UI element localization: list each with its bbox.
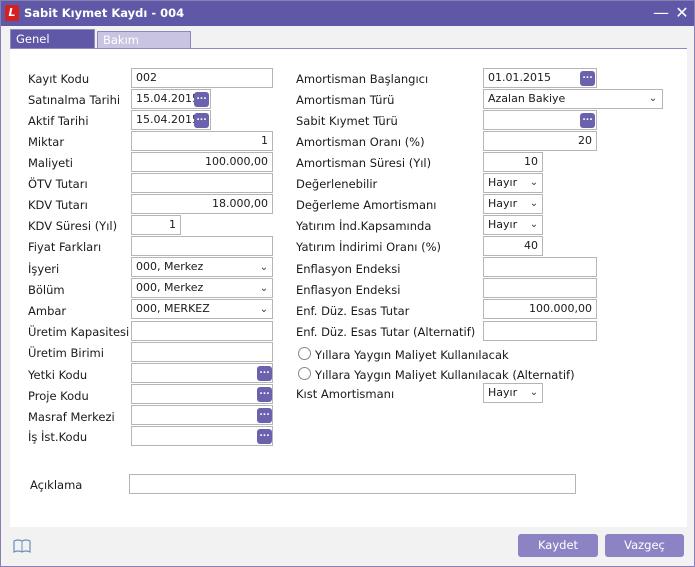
amortisman-baslangici-lookup-icon[interactable]: ... bbox=[580, 71, 595, 86]
enflasyon-endeksi-input[interactable] bbox=[483, 257, 597, 277]
yetki-kodu-label: Yetki Kodu bbox=[28, 368, 88, 382]
sabit-kiymet-turu-label: Sabit Kıymet Türü bbox=[296, 114, 398, 128]
kdv-tutari-label: KDV Tutarı bbox=[28, 198, 88, 212]
bolum-label: Bölüm bbox=[28, 283, 65, 297]
satinalma-tarihi-lookup-icon[interactable]: ... bbox=[194, 92, 209, 107]
degerleme-amortismani-label: Değerleme Amortismanı bbox=[296, 198, 437, 212]
kist-amortismani-label: Kıst Amortismanı bbox=[296, 387, 395, 401]
miktar-input[interactable]: 1 bbox=[131, 131, 273, 151]
amortisman-suresi-label: Amortisman Süresi (Yıl) bbox=[296, 156, 432, 170]
kayit-kodu-label: Kayıt Kodu bbox=[28, 72, 90, 86]
close-icon[interactable]: ✕ bbox=[673, 4, 691, 22]
book-icon[interactable] bbox=[13, 539, 31, 553]
uretim-birimi-label: Üretim Birimi bbox=[28, 346, 104, 360]
cancel-button[interactable]: Vazgeç bbox=[605, 534, 684, 557]
app-logo-icon: L bbox=[5, 5, 19, 21]
kdv-suresi-label: KDV Süresi (Yıl) bbox=[28, 219, 118, 233]
amortisman-baslangici-label: Amortisman Başlangıcı bbox=[296, 72, 429, 86]
maliyeti-label: Maliyeti bbox=[28, 156, 73, 170]
fiyat-farklari-label: Fiyat Farkları bbox=[28, 240, 102, 254]
masraf-merkezi-label: Masraf Merkezi bbox=[28, 410, 115, 424]
aciklama-input[interactable] bbox=[129, 474, 576, 494]
satinalma-tarihi-label: Satınalma Tarihi bbox=[28, 93, 121, 107]
yaygin-maliyet-label: Yıllara Yaygın Maliyet Kullanılacak bbox=[315, 348, 509, 362]
aktif-tarihi-lookup-icon[interactable]: ... bbox=[194, 113, 209, 128]
otv-tutari-label: ÖTV Tutarı bbox=[28, 177, 88, 191]
is-ist-kodu-input[interactable] bbox=[131, 426, 273, 446]
yaygin-maliyet-alt-label: Yıllara Yaygın Maliyet Kullanılacak (Alt… bbox=[315, 368, 575, 382]
masraf-merkezi-lookup-icon[interactable]: ... bbox=[257, 408, 272, 423]
is-ist-kodu-label: İş İst.Kodu bbox=[28, 430, 88, 444]
proje-kodu-input[interactable] bbox=[131, 384, 273, 404]
uretim-birimi-input[interactable] bbox=[131, 342, 273, 362]
minimize-icon[interactable]: — bbox=[652, 4, 670, 22]
kist-amortismani-chevron-down-icon[interactable]: ⌄ bbox=[529, 388, 539, 398]
isyeri-chevron-down-icon[interactable]: ⌄ bbox=[259, 263, 269, 273]
kdv-suresi-input[interactable]: 1 bbox=[131, 215, 181, 235]
amortisman-turu-chevron-down-icon[interactable]: ⌄ bbox=[648, 94, 658, 104]
uretim-kapasitesi-label: Üretim Kapasitesi bbox=[28, 325, 130, 339]
save-button[interactable]: Kaydet bbox=[518, 534, 598, 557]
sabit-kiymet-turu-lookup-icon[interactable]: ... bbox=[580, 113, 595, 128]
amortisman-orani-input[interactable]: 20 bbox=[483, 131, 597, 151]
aktif-tarihi-label: Aktif Tarihi bbox=[28, 114, 89, 128]
ambar-label: Ambar bbox=[28, 304, 67, 318]
isyeri-select[interactable]: 000, Merkez bbox=[131, 257, 273, 277]
fiyat-farklari-input[interactable] bbox=[131, 236, 273, 256]
enf-duz-esas-tutar-alt-input[interactable] bbox=[483, 321, 597, 341]
bolum-select[interactable]: 000, Merkez bbox=[131, 278, 273, 298]
enflasyon-endeksi-2-input[interactable] bbox=[483, 278, 597, 298]
proje-kodu-label: Proje Kodu bbox=[28, 389, 89, 403]
amortisman-turu-label: Amortisman Türü bbox=[296, 93, 395, 107]
enf-duz-esas-tutar-input[interactable]: 100.000,00 bbox=[483, 299, 597, 319]
tab-bakim-bilgileri[interactable]: Bakım Bilgileri bbox=[97, 31, 191, 63]
ambar-chevron-down-icon[interactable]: ⌄ bbox=[259, 305, 269, 315]
masraf-merkezi-input[interactable] bbox=[131, 405, 273, 425]
enflasyon-endeksi-label: Enflasyon Endeksi bbox=[296, 262, 401, 276]
miktar-label: Miktar bbox=[28, 135, 65, 149]
is-ist-kodu-lookup-icon[interactable]: ... bbox=[257, 429, 272, 444]
yetki-kodu-input[interactable] bbox=[131, 363, 273, 383]
dialog-window: L Sabit Kıymet Kaydı - 004 — ✕ Genel Bil… bbox=[0, 0, 695, 567]
aciklama-label: Açıklama bbox=[30, 478, 83, 492]
degerleme-amortismani-chevron-down-icon[interactable]: ⌄ bbox=[529, 199, 539, 209]
isyeri-label: İşyeri bbox=[28, 262, 60, 276]
enf-duz-esas-tutar-alt-label: Enf. Düz. Esas Tutar (Alternatif) bbox=[296, 325, 476, 339]
title-bar: L Sabit Kıymet Kaydı - 004 — ✕ bbox=[1, 1, 694, 26]
yatirim-indirimi-orani-label: Yatırım İndirimi Oranı (%) bbox=[296, 240, 441, 254]
yatirim-ind-kapsaminda-chevron-down-icon[interactable]: ⌄ bbox=[529, 220, 539, 230]
yaygin-maliyet-alt-checkbox[interactable] bbox=[298, 367, 311, 380]
yatirim-indirimi-orani-input[interactable]: 40 bbox=[483, 236, 543, 256]
enf-duz-esas-tutar-label: Enf. Düz. Esas Tutar bbox=[296, 304, 410, 318]
otv-tutari-input[interactable] bbox=[131, 173, 273, 193]
yaygin-maliyet-checkbox[interactable] bbox=[298, 347, 311, 360]
degerlenebilir-label: Değerlenebilir bbox=[296, 177, 378, 191]
enflasyon-endeksi-2-label: Enflasyon Endeksi bbox=[296, 283, 401, 297]
ambar-select[interactable]: 000, MERKEZ bbox=[131, 299, 273, 319]
yetki-kodu-lookup-icon[interactable]: ... bbox=[257, 366, 272, 381]
degerlenebilir-chevron-down-icon[interactable]: ⌄ bbox=[529, 178, 539, 188]
amortisman-orani-label: Amortisman Oranı (%) bbox=[296, 135, 425, 149]
maliyeti-input[interactable]: 100.000,00 bbox=[131, 152, 273, 172]
bolum-chevron-down-icon[interactable]: ⌄ bbox=[259, 284, 269, 294]
amortisman-turu-select[interactable]: Azalan Bakiye bbox=[483, 89, 663, 109]
kayit-kodu-input[interactable]: 002 bbox=[131, 68, 273, 88]
kdv-tutari-input[interactable]: 18.000,00 bbox=[131, 194, 273, 214]
yatirim-ind-kapsaminda-label: Yatırım İnd.Kapsamında bbox=[296, 219, 432, 233]
proje-kodu-lookup-icon[interactable]: ... bbox=[257, 387, 272, 402]
uretim-kapasitesi-input[interactable] bbox=[131, 321, 273, 341]
tab-genel-bilgiler[interactable]: Genel Bilgiler bbox=[10, 29, 95, 64]
window-title: Sabit Kıymet Kaydı - 004 bbox=[24, 6, 185, 20]
amortisman-suresi-input[interactable]: 10 bbox=[483, 152, 543, 172]
